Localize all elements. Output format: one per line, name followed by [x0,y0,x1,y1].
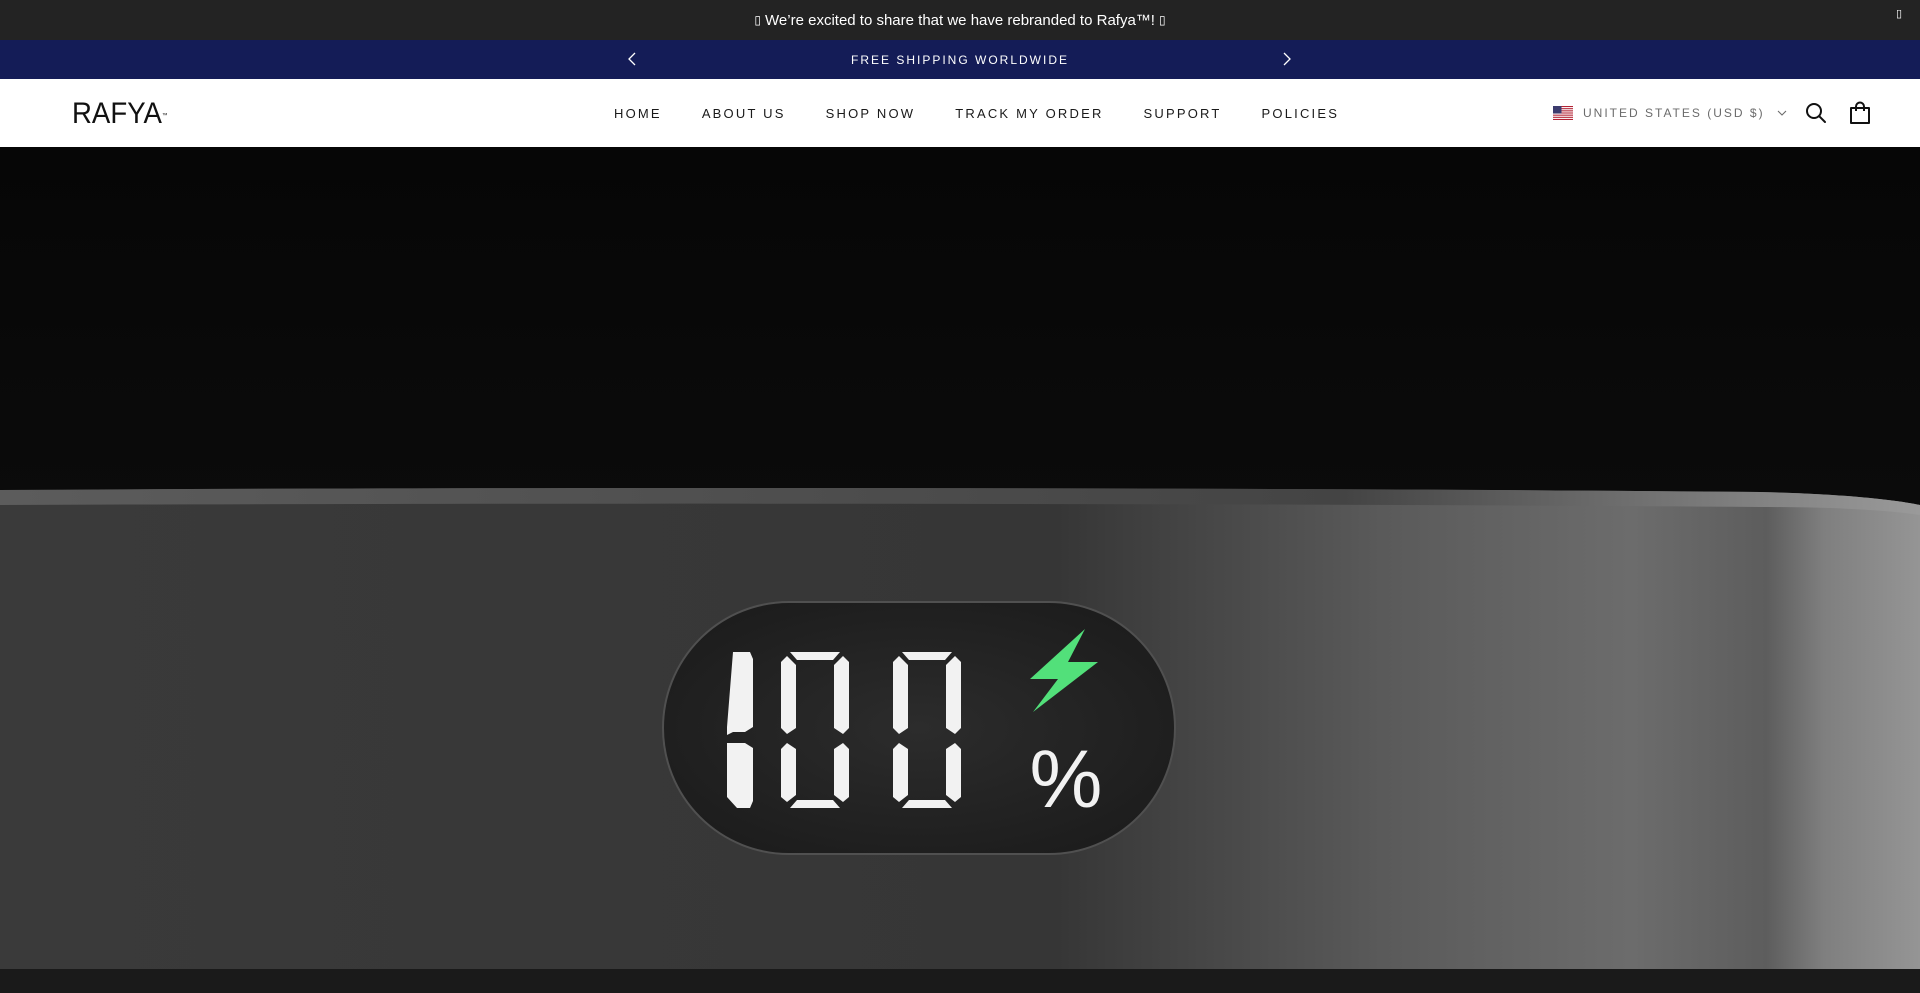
site-header: RAFYA™ HOME ABOUT US SHOP NOW TRACK MY O… [0,79,1920,148]
battery-unit: % [1030,734,1103,825]
nav-about-us[interactable]: ABOUT US [702,106,786,121]
locale-selector[interactable]: UNITED STATES (USD $) [1553,79,1787,147]
us-flag-icon [1553,106,1573,120]
logo[interactable]: RAFYA™ [72,97,167,131]
logo-trademark: ™ [161,113,168,119]
announcement-left-glyph: ▯ [754,13,762,27]
hero-banner: % [0,147,1920,993]
main-nav: HOME ABOUT US SHOP NOW TRACK MY ORDER SU… [614,79,1339,147]
nav-home[interactable]: HOME [614,106,662,121]
logo-text: RAFYA [72,97,162,130]
chevron-left-icon[interactable] [625,51,641,67]
shipping-bar: FREE SHIPPING WORLDWIDE [0,40,1920,79]
chevron-down-icon [1777,110,1786,116]
hero-image: % [0,147,1920,993]
page: ▯ We’re excited to share that we have re… [0,0,1920,993]
locale-label: UNITED STATES (USD $) [1583,106,1765,120]
nav-shop-now[interactable]: SHOP NOW [826,106,916,121]
nav-support[interactable]: SUPPORT [1144,106,1222,121]
shopping-bag-icon[interactable] [1848,101,1872,125]
chevron-right-icon[interactable] [1278,51,1294,67]
nav-track-my-order[interactable]: TRACK MY ORDER [955,106,1103,121]
announcement-right-glyph: ▯ [1158,13,1166,27]
announcement-text: We’re excited to share that we have rebr… [765,11,1155,29]
nav-policies[interactable]: POLICIES [1262,106,1340,121]
close-icon[interactable]: ▯ [1892,6,1906,22]
shipping-message: FREE SHIPPING WORLDWIDE [850,52,1069,67]
search-icon[interactable] [1804,101,1828,125]
announcement-bar: ▯ We’re excited to share that we have re… [0,0,1920,40]
